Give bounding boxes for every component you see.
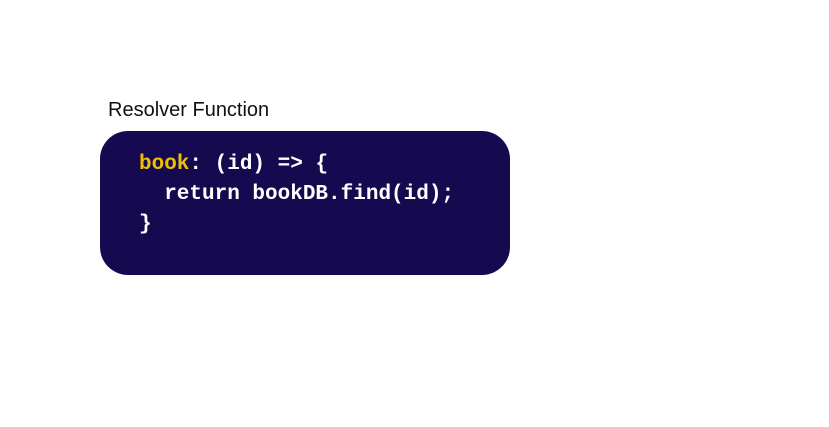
code-line-1-rest: : (id) => { [189,153,329,176]
resolver-function-label: Resolver Function [108,99,270,121]
code-line-3: } [139,213,152,236]
code-line-2: return bookDB.find(id); [139,183,455,206]
code-key: book [139,153,190,176]
code-text: book: (id) => { return bookDB.find(id); … [139,150,454,240]
code-block: book: (id) => { return bookDB.find(id); … [100,131,510,275]
